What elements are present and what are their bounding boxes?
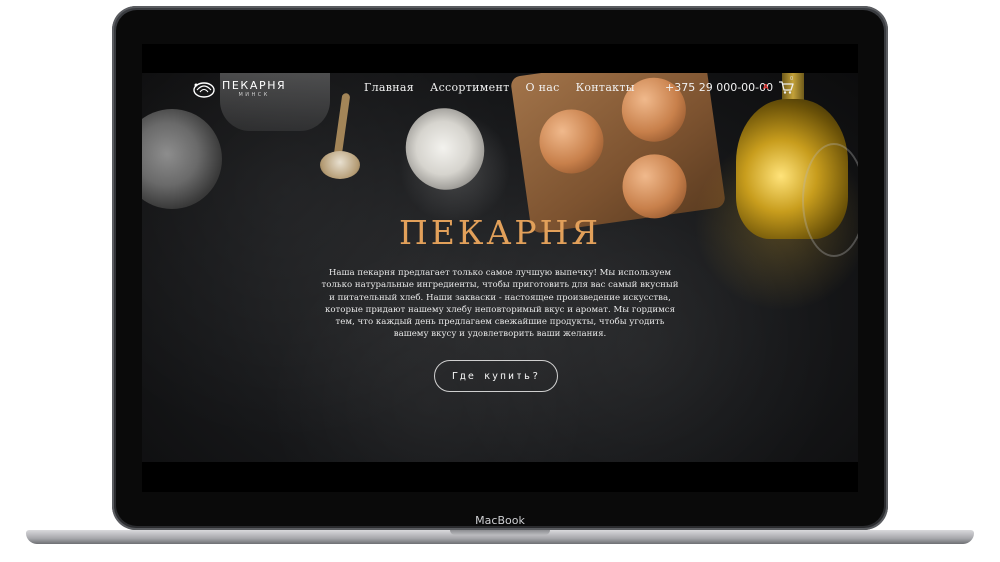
laptop-screen: ПЕКАРНЯ МИНСК Главная Ассортимент О нас … [142, 44, 858, 492]
screen-letterbox-bottom [142, 462, 858, 492]
bakery-logo-icon [193, 82, 215, 98]
device-label: MacBook [475, 514, 525, 527]
egg-image [535, 105, 608, 178]
nav-item-home[interactable]: Главная [364, 81, 414, 94]
cart-count-badge: 0 [790, 76, 794, 82]
hero-section: ПЕКАРНЯ МИНСК Главная Ассортимент О нас … [142, 73, 858, 462]
phone-badge: A [763, 83, 769, 91]
logo-subtitle: МИНСК [238, 92, 270, 98]
nav-item-contacts[interactable]: Контакты [576, 81, 635, 94]
main-nav: Главная Ассортимент О нас Контакты [364, 81, 635, 94]
site-logo[interactable]: ПЕКАРНЯ МИНСК [192, 79, 286, 99]
egg-image [618, 150, 691, 223]
phone-link[interactable]: +375 29 000-00-00 [665, 81, 773, 94]
hero-description: Наша пекарня предлагает только самое луч… [321, 268, 679, 340]
nav-item-about[interactable]: О нас [525, 81, 559, 94]
where-to-buy-button[interactable]: Где купить? [434, 360, 558, 392]
nav-item-assortment[interactable]: Ассортимент [430, 81, 510, 94]
logo-text: ПЕКАРНЯ МИНСК [222, 80, 286, 98]
hero-title: ПЕКАРНЯ [398, 213, 602, 252]
screen-letterbox-top [142, 44, 858, 73]
laptop-base-notch [450, 530, 550, 535]
logo-title: ПЕКАРНЯ [222, 79, 287, 92]
spoon-image [320, 151, 360, 179]
